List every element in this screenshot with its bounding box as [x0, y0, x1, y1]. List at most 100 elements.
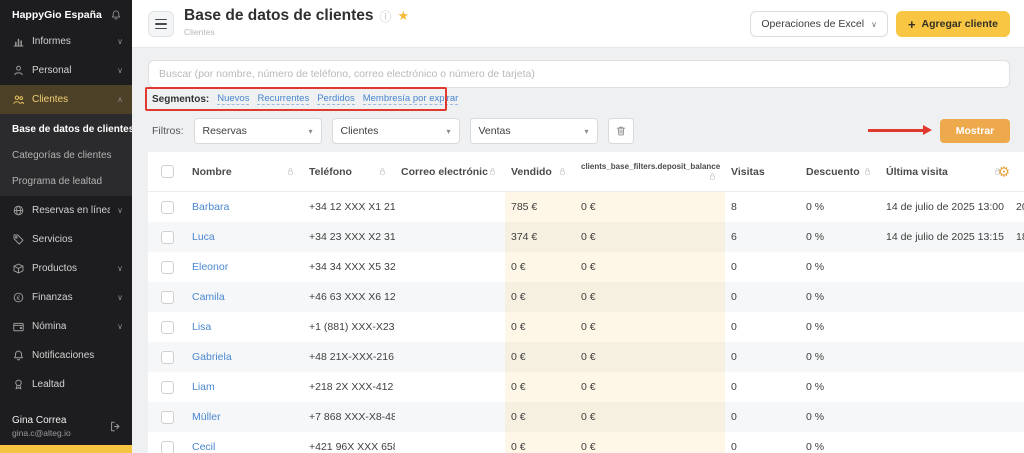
filter-select-ventas[interactable]: Ventas▾ [470, 118, 598, 144]
cell-email [395, 402, 505, 432]
main: Base de datos de clientes ⓘ ★ Clientes O… [132, 0, 1024, 453]
brand[interactable]: HappyGio España [0, 0, 132, 27]
table-row[interactable]: Gabriela+48 21X-XXX-2160 €0 €00 % [148, 342, 1024, 372]
bell-icon[interactable] [110, 9, 122, 21]
cell-name[interactable]: Luca [186, 222, 303, 252]
person-icon [12, 64, 25, 77]
row-checkbox[interactable] [161, 291, 174, 304]
info-icon[interactable]: ⓘ [380, 8, 392, 25]
user-name: Gina Correa [12, 415, 71, 426]
table-row[interactable]: Lisa+1 (881) XXX-X2370 €0 €00 % [148, 312, 1024, 342]
sidebar-item-clientes[interactable]: Clientes∧ [0, 85, 132, 114]
cell-name[interactable]: Eleonor [186, 252, 303, 282]
segment-link-perdidos[interactable]: Perdidos [317, 93, 355, 105]
favorite-star-icon[interactable]: ★ [398, 8, 410, 24]
user-block[interactable]: Gina Correa gina.c@alteg.io [0, 410, 132, 443]
cell-phone: +218 2X XXX-412 [303, 372, 395, 402]
column-header-phone[interactable]: Teléfono [303, 152, 395, 191]
lock-icon [708, 172, 717, 181]
cell-name[interactable]: Liam [186, 372, 303, 402]
search-row [148, 60, 1010, 88]
sidebar-item-reservas-en-linea[interactable]: Reservas en línea∨ [0, 196, 132, 225]
chevron-down-icon: ∨ [117, 37, 123, 46]
cell-email [395, 252, 505, 282]
cell-visits: 0 [725, 432, 800, 453]
row-checkbox[interactable] [161, 321, 174, 334]
cell-deposit: 0 € [575, 402, 725, 432]
column-header-email[interactable]: Correo electrónico [395, 152, 505, 191]
row-checkbox[interactable] [161, 201, 174, 214]
table-row[interactable]: Luca+34 23 XXX X2 31374 €0 €60 %14 de ju… [148, 222, 1024, 252]
table-row[interactable]: Liam+218 2X XXX-4120 €0 €00 % [148, 372, 1024, 402]
cell-last_visit [880, 342, 1010, 372]
segment-link-nuevos[interactable]: Nuevos [217, 93, 249, 105]
row-checkbox[interactable] [161, 411, 174, 424]
table-row[interactable]: Cecil+421 96X XXX 6580 €0 €00 % [148, 432, 1024, 453]
add-client-button[interactable]: + Agregar cliente [896, 11, 1010, 37]
column-header-last_visit[interactable]: Última visita [880, 152, 1010, 191]
table-row[interactable]: Camila+46 63 XXX X6 120 €0 €00 % [148, 282, 1024, 312]
table-row[interactable]: Barbara+34 12 XXX X1 21785 €0 €80 %14 de… [148, 192, 1024, 222]
table-row[interactable]: Müller+7 868 XXX-X8-480 €0 €00 % [148, 402, 1024, 432]
cell-last_visit [880, 312, 1010, 342]
filter-select-reservas[interactable]: Reservas▾ [194, 118, 322, 144]
cell-email [395, 222, 505, 252]
segment-link-recurrentes[interactable]: Recurrentes [257, 93, 309, 105]
cell-name[interactable]: Camila [186, 282, 303, 312]
cell-name[interactable]: Gabriela [186, 342, 303, 372]
clear-filters-button[interactable] [608, 118, 634, 144]
cell-extra [1010, 282, 1024, 312]
cell-discount: 0 % [800, 432, 880, 453]
select-all-checkbox[interactable] [161, 165, 174, 178]
row-checkbox[interactable] [161, 231, 174, 244]
column-header-discount[interactable]: Descuento [800, 152, 880, 191]
column-header-deposit[interactable]: clients_base_filters.deposit_balance [575, 152, 725, 191]
segment-links: Nuevos Recurrentes Perdidos Membresía por e… [217, 93, 458, 105]
segment-link-membresia-por-expirar[interactable]: Membresía por expirar [363, 93, 459, 105]
sidebar-subitem-base-de-datos-de-clientes[interactable]: Base de datos de clientes [0, 116, 132, 142]
cell-email [395, 342, 505, 372]
cell-sold: 0 € [505, 432, 575, 453]
chevron-down-icon: ∨ [871, 20, 877, 29]
search-input[interactable] [148, 60, 1010, 88]
cell-phone: +1 (881) XXX-X237 [303, 312, 395, 342]
row-checkbox[interactable] [161, 381, 174, 394]
sidebar-item-servicios[interactable]: Servicios [0, 225, 132, 254]
sidebar-item-productos[interactable]: Productos∨ [0, 254, 132, 283]
cell-name[interactable]: Cecil [186, 432, 303, 453]
cell-name[interactable]: Müller [186, 402, 303, 432]
gear-icon[interactable]: ⚙ [997, 163, 1010, 180]
column-header-extra [1010, 152, 1024, 191]
sidebar-item-notificaciones[interactable]: Notificaciones [0, 341, 132, 370]
sidebar-item-finanzas[interactable]: €Finanzas∨ [0, 283, 132, 312]
annotation-arrow [868, 125, 932, 136]
column-header-sold[interactable]: Vendido [505, 152, 575, 191]
sidebar-item-lealtad[interactable]: Lealtad [0, 370, 132, 399]
row-checkbox[interactable] [161, 441, 174, 453]
lock-icon [863, 167, 872, 176]
sidebar-subitem-categorias-de-clientes[interactable]: Categorías de clientes [0, 142, 132, 168]
people-icon [12, 93, 25, 106]
sidebar-item-informes[interactable]: Informes∨ [0, 27, 132, 56]
cell-name[interactable]: Barbara [186, 192, 303, 222]
cell-last_visit: 14 de julio de 2025 13:15 [880, 222, 1010, 252]
filter-select-clientes[interactable]: Clientes▾ [332, 118, 460, 144]
menu-toggle-button[interactable] [148, 11, 174, 37]
cell-phone: +7 868 XXX-X8-48 [303, 402, 395, 432]
show-button[interactable]: Mostrar [940, 119, 1010, 143]
row-checkbox[interactable] [161, 351, 174, 364]
cell-deposit: 0 € [575, 282, 725, 312]
table-row[interactable]: Eleonor+34 34 XXX X5 320 €0 €00 % [148, 252, 1024, 282]
excel-operations-button[interactable]: Operaciones de Excel ∨ [750, 11, 888, 37]
sidebar-item-nomina[interactable]: Nómina∨ [0, 312, 132, 341]
cell-name[interactable]: Lisa [186, 312, 303, 342]
row-checkbox[interactable] [161, 261, 174, 274]
sidebar-item-personal[interactable]: Personal∨ [0, 56, 132, 85]
sidebar-subitem-programa-de-lealtad[interactable]: Programa de lealtad [0, 168, 132, 194]
logout-icon[interactable] [109, 420, 122, 433]
cell-deposit: 0 € [575, 342, 725, 372]
cell-deposit: 0 € [575, 222, 725, 252]
column-header-name[interactable]: Nombre [186, 152, 303, 191]
sidebar-menu: Informes∨Personal∨Clientes∧Base de datos… [0, 27, 132, 399]
column-header-visits[interactable]: Visitas [725, 152, 800, 191]
